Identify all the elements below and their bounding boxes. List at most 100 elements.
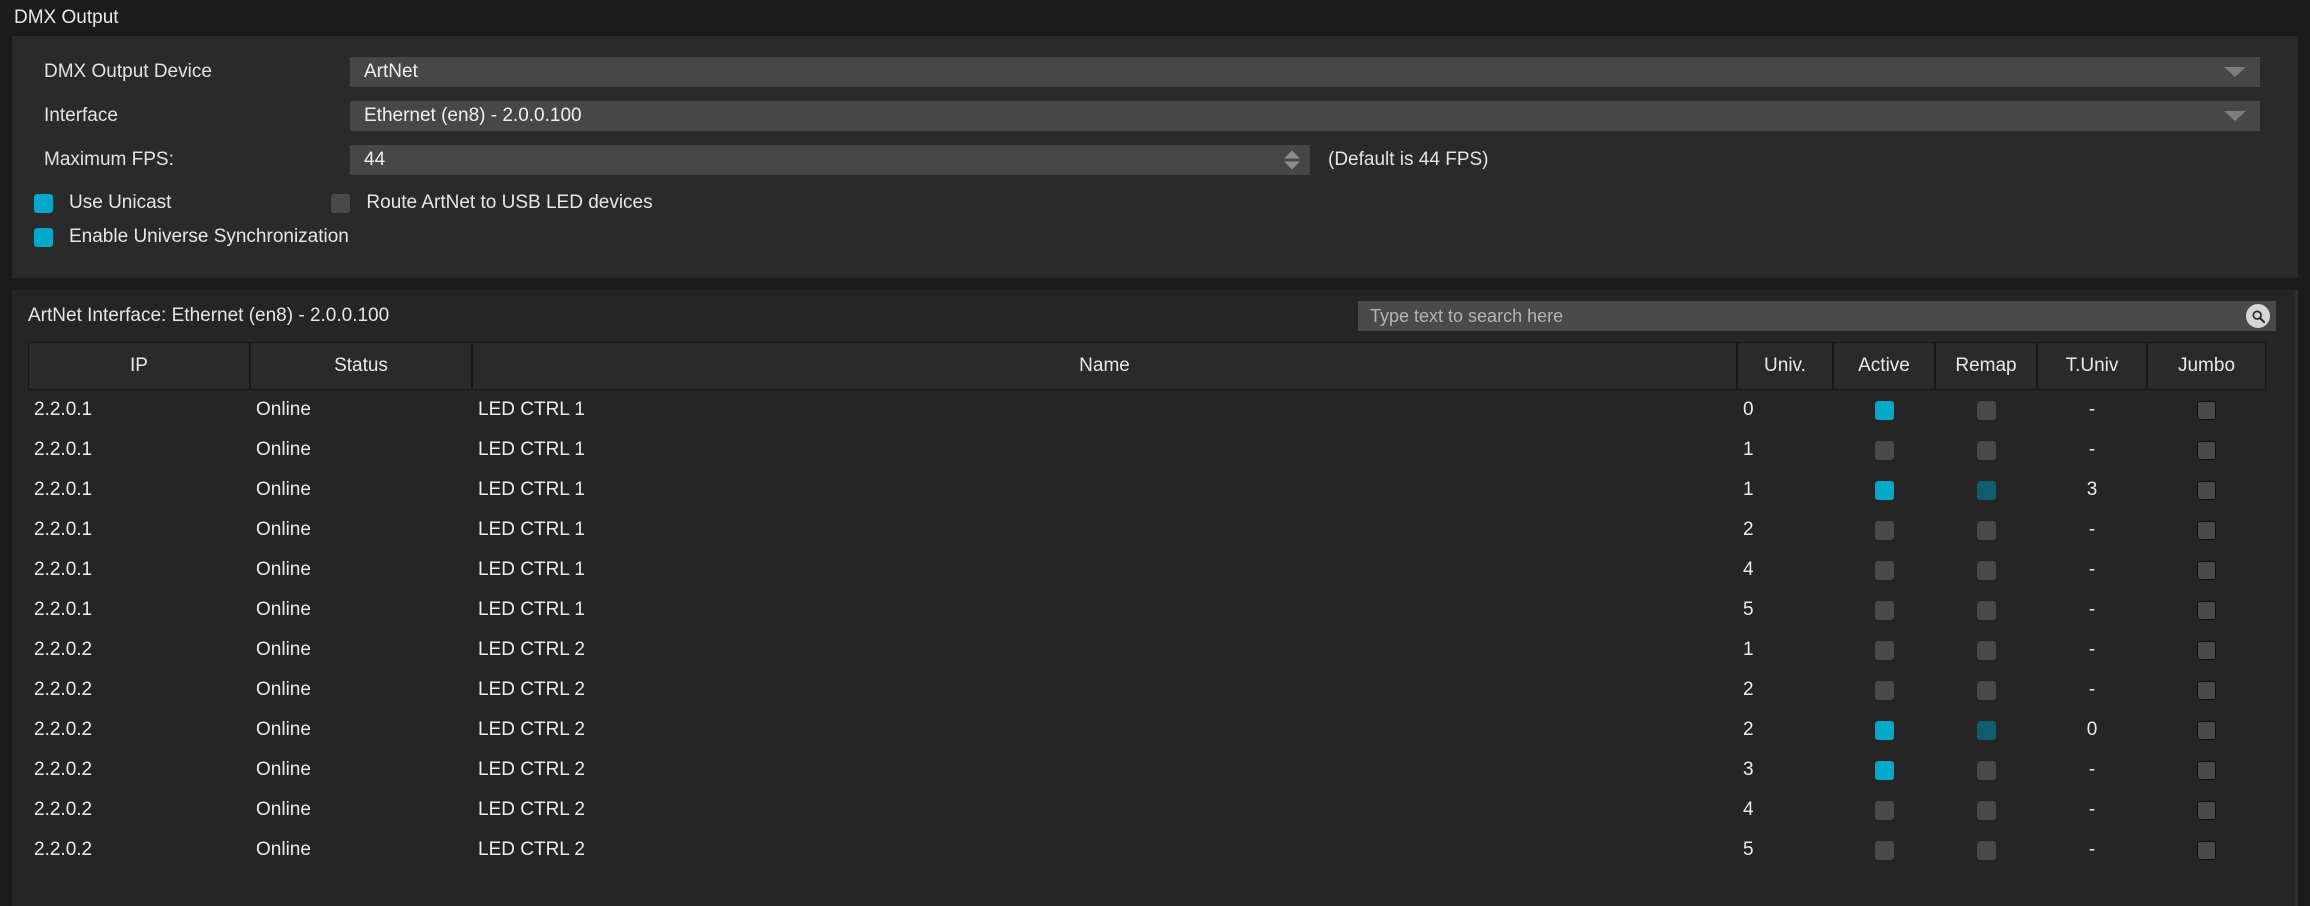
cell-active[interactable] xyxy=(1833,710,1935,750)
jumbo-checkbox[interactable] xyxy=(2197,520,2216,540)
cell-remap[interactable] xyxy=(1935,750,2037,790)
remap-checkbox[interactable] xyxy=(1976,520,1996,540)
table-row[interactable]: 2.2.0.1 Online LED CTRL 1 0 - xyxy=(28,390,2266,430)
cell-jumbo[interactable] xyxy=(2147,430,2266,470)
cell-active[interactable] xyxy=(1833,630,1935,670)
cell-remap[interactable] xyxy=(1935,830,2037,870)
active-checkbox[interactable] xyxy=(1874,760,1894,780)
jumbo-checkbox[interactable] xyxy=(2197,400,2216,420)
cell-active[interactable] xyxy=(1833,470,1935,510)
enable-universe-sync-checkbox[interactable] xyxy=(34,227,53,247)
column-header-tuniv[interactable]: T.Univ xyxy=(2037,342,2147,390)
jumbo-checkbox[interactable] xyxy=(2197,800,2216,820)
cell-active[interactable] xyxy=(1833,430,1935,470)
jumbo-checkbox[interactable] xyxy=(2197,680,2216,700)
stepper-up-icon[interactable] xyxy=(1284,150,1300,159)
cell-remap[interactable] xyxy=(1935,590,2037,630)
table-row[interactable]: 2.2.0.1 Online LED CTRL 1 4 - xyxy=(28,550,2266,590)
remap-checkbox[interactable] xyxy=(1976,400,1996,420)
cell-jumbo[interactable] xyxy=(2147,470,2266,510)
jumbo-checkbox[interactable] xyxy=(2197,720,2216,740)
cell-remap[interactable] xyxy=(1935,470,2037,510)
cell-jumbo[interactable] xyxy=(2147,390,2266,430)
column-header-status[interactable]: Status xyxy=(250,342,472,390)
remap-checkbox[interactable] xyxy=(1976,680,1996,700)
column-header-ip[interactable]: IP xyxy=(28,342,250,390)
stepper-icon[interactable] xyxy=(1284,150,1300,170)
table-row[interactable]: 2.2.0.2 Online LED CTRL 2 5 - xyxy=(28,830,2266,870)
active-checkbox[interactable] xyxy=(1874,600,1894,620)
remap-checkbox[interactable] xyxy=(1976,720,1996,740)
use-unicast-checkbox[interactable] xyxy=(34,193,53,213)
remap-checkbox[interactable] xyxy=(1976,640,1996,660)
table-row[interactable]: 2.2.0.1 Online LED CTRL 1 1 3 xyxy=(28,470,2266,510)
table-row[interactable]: 2.2.0.2 Online LED CTRL 2 4 - xyxy=(28,790,2266,830)
cell-active[interactable] xyxy=(1833,790,1935,830)
jumbo-checkbox[interactable] xyxy=(2197,480,2216,500)
remap-checkbox[interactable] xyxy=(1976,480,1996,500)
column-header-name[interactable]: Name xyxy=(472,342,1737,390)
jumbo-checkbox[interactable] xyxy=(2197,560,2216,580)
column-header-active[interactable]: Active xyxy=(1833,342,1935,390)
cell-jumbo[interactable] xyxy=(2147,670,2266,710)
cell-jumbo[interactable] xyxy=(2147,630,2266,670)
stepper-down-icon[interactable] xyxy=(1284,161,1300,170)
cell-active[interactable] xyxy=(1833,550,1935,590)
active-checkbox[interactable] xyxy=(1874,480,1894,500)
cell-active[interactable] xyxy=(1833,510,1935,550)
cell-active[interactable] xyxy=(1833,590,1935,630)
cell-jumbo[interactable] xyxy=(2147,550,2266,590)
cell-remap[interactable] xyxy=(1935,510,2037,550)
maximum-fps-stepper[interactable]: 44 xyxy=(350,145,1310,175)
table-row[interactable]: 2.2.0.2 Online LED CTRL 2 2 0 xyxy=(28,710,2266,750)
remap-checkbox[interactable] xyxy=(1976,840,1996,860)
cell-remap[interactable] xyxy=(1935,710,2037,750)
dmx-output-device-select[interactable]: ArtNet xyxy=(350,57,2260,87)
cell-remap[interactable] xyxy=(1935,550,2037,590)
jumbo-checkbox[interactable] xyxy=(2197,600,2216,620)
table-row[interactable]: 2.2.0.1 Online LED CTRL 1 2 - xyxy=(28,510,2266,550)
cell-jumbo[interactable] xyxy=(2147,830,2266,870)
table-row[interactable]: 2.2.0.1 Online LED CTRL 1 5 - xyxy=(28,590,2266,630)
cell-jumbo[interactable] xyxy=(2147,710,2266,750)
jumbo-checkbox[interactable] xyxy=(2197,440,2216,460)
table-row[interactable]: 2.2.0.2 Online LED CTRL 2 3 - xyxy=(28,750,2266,790)
route-artnet-checkbox[interactable] xyxy=(331,193,351,213)
search-input[interactable] xyxy=(1370,305,2210,327)
cell-remap[interactable] xyxy=(1935,790,2037,830)
column-header-jumbo[interactable]: Jumbo xyxy=(2147,342,2266,390)
interface-select[interactable]: Ethernet (en8) - 2.0.0.100 xyxy=(350,101,2260,131)
cell-jumbo[interactable] xyxy=(2147,790,2266,830)
remap-checkbox[interactable] xyxy=(1976,560,1996,580)
cell-remap[interactable] xyxy=(1935,390,2037,430)
table-row[interactable]: 2.2.0.2 Online LED CTRL 2 1 - xyxy=(28,630,2266,670)
active-checkbox[interactable] xyxy=(1874,840,1894,860)
active-checkbox[interactable] xyxy=(1874,520,1894,540)
column-header-univ[interactable]: Univ. xyxy=(1737,342,1833,390)
active-checkbox[interactable] xyxy=(1874,640,1894,660)
search-box[interactable] xyxy=(1358,301,2276,331)
cell-remap[interactable] xyxy=(1935,630,2037,670)
remap-checkbox[interactable] xyxy=(1976,760,1996,780)
cell-active[interactable] xyxy=(1833,670,1935,710)
column-header-remap[interactable]: Remap xyxy=(1935,342,2037,390)
table-row[interactable]: 2.2.0.1 Online LED CTRL 1 1 - xyxy=(28,430,2266,470)
cell-remap[interactable] xyxy=(1935,670,2037,710)
jumbo-checkbox[interactable] xyxy=(2197,640,2216,660)
active-checkbox[interactable] xyxy=(1874,680,1894,700)
cell-active[interactable] xyxy=(1833,390,1935,430)
jumbo-checkbox[interactable] xyxy=(2197,840,2216,860)
table-row[interactable]: 2.2.0.2 Online LED CTRL 2 2 - xyxy=(28,670,2266,710)
active-checkbox[interactable] xyxy=(1874,440,1894,460)
remap-checkbox[interactable] xyxy=(1976,600,1996,620)
active-checkbox[interactable] xyxy=(1874,400,1894,420)
search-icon[interactable] xyxy=(2246,304,2270,328)
active-checkbox[interactable] xyxy=(1874,560,1894,580)
remap-checkbox[interactable] xyxy=(1976,440,1996,460)
cell-jumbo[interactable] xyxy=(2147,750,2266,790)
remap-checkbox[interactable] xyxy=(1976,800,1996,820)
cell-jumbo[interactable] xyxy=(2147,590,2266,630)
cell-remap[interactable] xyxy=(1935,430,2037,470)
active-checkbox[interactable] xyxy=(1874,800,1894,820)
cell-active[interactable] xyxy=(1833,750,1935,790)
